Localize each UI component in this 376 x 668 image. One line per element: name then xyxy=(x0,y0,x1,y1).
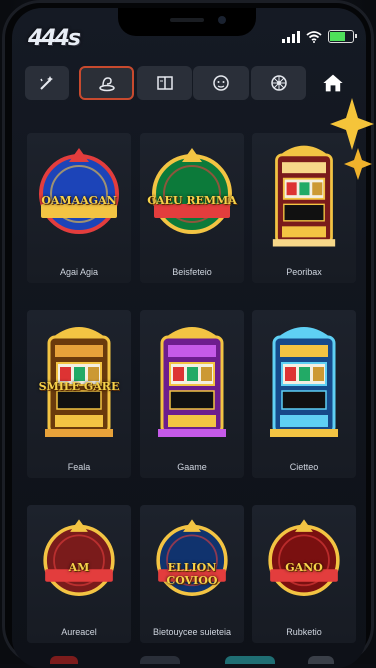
tab-slots[interactable] xyxy=(79,66,134,100)
tab-wheel[interactable] xyxy=(251,66,306,100)
game-art-text: OAMAAGAN xyxy=(41,194,117,208)
game-card[interactable]: Cietteo xyxy=(252,310,356,478)
game-art-text: CAEU REMMA xyxy=(147,194,237,208)
game-art-text: AM xyxy=(68,560,90,574)
app-logo: 444s xyxy=(28,26,81,51)
game-art: CAEU REMMA xyxy=(140,133,244,261)
signal-icon xyxy=(282,30,300,43)
wifi-icon xyxy=(306,30,322,43)
game-card[interactable]: Gaame xyxy=(140,310,244,478)
dock-item[interactable] xyxy=(50,656,78,664)
game-art: OAMAAGAN xyxy=(27,133,131,261)
coin-stack-icon xyxy=(98,77,115,92)
tab-live[interactable] xyxy=(193,66,249,100)
game-title: Gaame xyxy=(177,462,207,472)
bottom-dock xyxy=(0,650,376,664)
camera-icon xyxy=(218,16,226,24)
home-button[interactable] xyxy=(313,66,353,100)
dock-item[interactable] xyxy=(225,656,275,664)
battery-icon xyxy=(328,30,357,43)
game-art-text: GANO xyxy=(285,560,323,574)
game-title: Beisfeteio xyxy=(172,267,212,277)
game-card[interactable]: CAEU REMMA Beisfeteio xyxy=(140,133,244,283)
game-title: Rubketio xyxy=(286,627,322,637)
sparkle-icon xyxy=(330,98,374,180)
status-bar xyxy=(282,30,357,43)
face-icon xyxy=(213,75,229,91)
game-title: Feala xyxy=(67,462,91,472)
game-art: AM xyxy=(27,505,131,621)
game-art-text: SMILE GARE xyxy=(38,380,120,394)
game-card[interactable]: OAMAAGAN Agai Agia xyxy=(27,133,131,283)
game-art xyxy=(252,310,356,456)
tab-specials[interactable] xyxy=(25,66,69,100)
category-nav xyxy=(25,66,355,100)
game-title: Aureacel xyxy=(61,627,97,637)
sparkle-wand-icon xyxy=(40,76,53,90)
speaker-icon xyxy=(170,18,204,22)
phone-notch xyxy=(118,8,256,36)
dock-item[interactable] xyxy=(140,656,180,664)
game-card[interactable]: SMILE GARE Feala xyxy=(27,310,131,478)
game-art: GANO xyxy=(252,505,356,621)
game-title: Agai Agia xyxy=(59,267,99,277)
game-title: Peoribax xyxy=(286,267,322,277)
game-art: SMILE GARE xyxy=(27,310,131,456)
game-card[interactable]: AM Aureacel xyxy=(27,505,131,643)
wheel-icon xyxy=(270,75,287,91)
game-title: Bietouycee suieteia xyxy=(152,627,232,637)
game-art: ELLION COVIOO xyxy=(140,505,244,621)
home-icon xyxy=(323,74,343,92)
game-art xyxy=(140,310,244,456)
tab-table-games[interactable] xyxy=(137,66,192,100)
game-card[interactable]: ELLION COVIOO Bietouycee suieteia xyxy=(140,505,244,643)
dock-item[interactable] xyxy=(308,656,334,664)
game-card[interactable]: GANO Rubketio xyxy=(252,505,356,643)
book-icon xyxy=(156,76,173,90)
game-art-text: ELLION COVIOO xyxy=(166,560,218,587)
game-title: Cietteo xyxy=(289,462,319,472)
